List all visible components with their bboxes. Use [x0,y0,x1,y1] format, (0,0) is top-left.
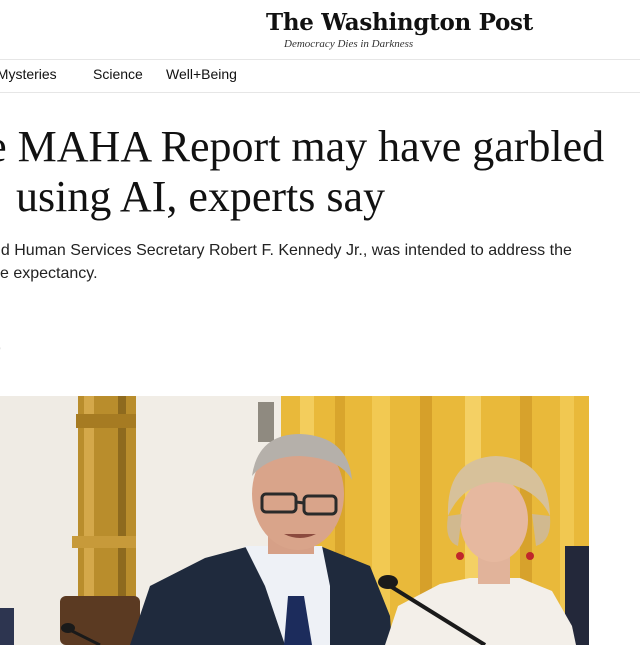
nav-item-science[interactable]: Science [93,66,143,82]
section-nav: al Mysteries Science Well+Being [0,60,640,92]
nav-item-well-being[interactable]: Well+Being [166,66,237,82]
article-page: The Washington Post Democracy Dies in Da… [0,0,640,645]
article-subhead: nd Human Services Secretary Robert F. Ke… [0,239,640,285]
subhead-line-2: ife expectancy. [0,265,98,282]
headline-line-1: se MAHA Report may have garbled [0,122,605,171]
publish-time: 9 [0,342,1,356]
site-tagline: Democracy Dies in Darkness [284,38,414,50]
article-headline: se MAHA Report may have garbled using AI… [0,122,640,222]
headline-line-2: using AI, experts say [16,172,386,221]
nav-item-mysteries[interactable]: al Mysteries [0,66,57,82]
masthead: The Washington Post Democracy Dies in Da… [0,0,640,60]
site-logo[interactable]: The Washington Post [266,9,533,36]
nav-divider [0,92,640,93]
subhead-line-1: nd Human Services Secretary Robert F. Ke… [0,242,572,259]
lead-photo-illustration [0,396,589,645]
lead-photo [0,396,589,645]
